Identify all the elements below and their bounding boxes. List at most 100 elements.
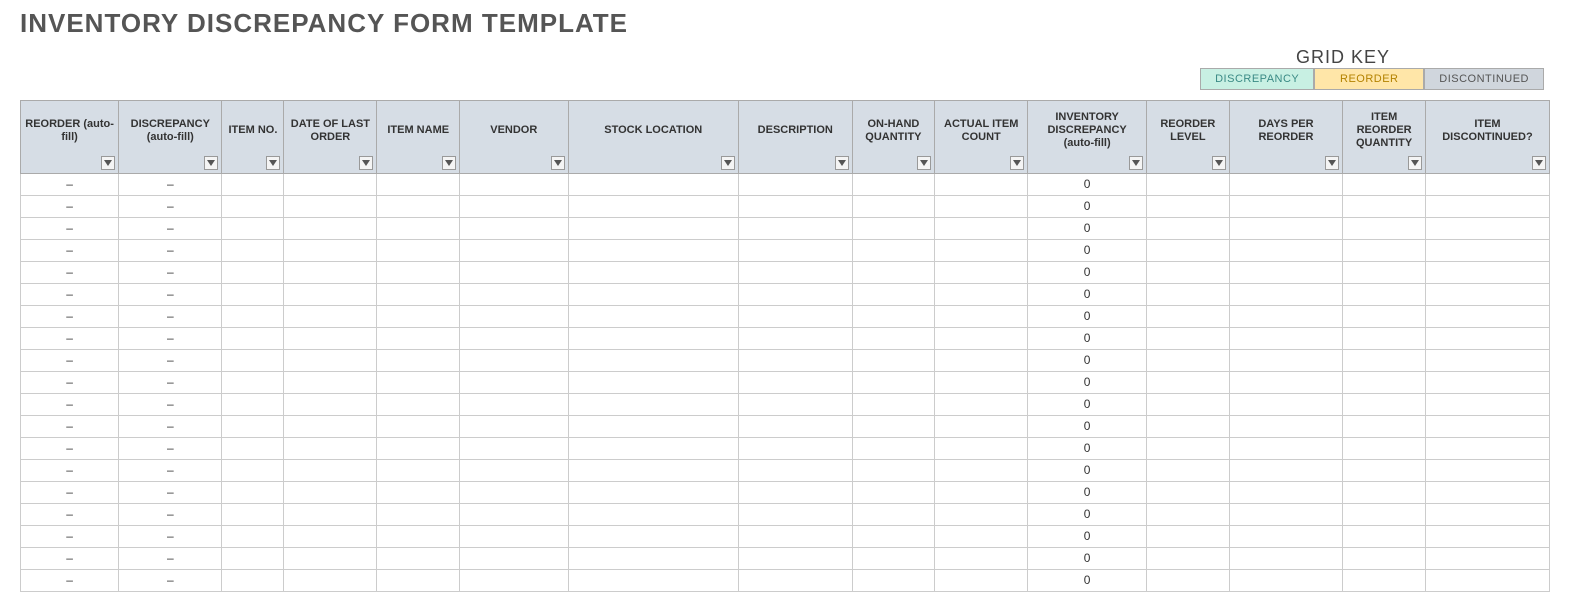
cell[interactable] xyxy=(1343,349,1426,371)
cell[interactable]: – xyxy=(21,437,119,459)
cell[interactable] xyxy=(1229,283,1343,305)
cell[interactable]: – xyxy=(21,415,119,437)
cell[interactable] xyxy=(284,569,377,591)
cell[interactable]: 0 xyxy=(1028,195,1147,217)
cell[interactable] xyxy=(738,371,852,393)
cell[interactable] xyxy=(852,327,935,349)
cell[interactable] xyxy=(738,415,852,437)
cell[interactable]: – xyxy=(21,349,119,371)
filter-dropdown-icon[interactable] xyxy=(442,156,456,170)
cell[interactable]: – xyxy=(119,239,222,261)
cell[interactable] xyxy=(460,437,568,459)
cell[interactable]: 0 xyxy=(1028,349,1147,371)
cell[interactable]: – xyxy=(21,481,119,503)
cell[interactable] xyxy=(935,173,1028,195)
cell[interactable] xyxy=(377,217,460,239)
cell[interactable] xyxy=(460,305,568,327)
cell[interactable] xyxy=(1229,459,1343,481)
cell[interactable] xyxy=(1343,525,1426,547)
cell[interactable] xyxy=(284,349,377,371)
cell[interactable]: – xyxy=(21,569,119,591)
cell[interactable]: – xyxy=(119,525,222,547)
cell[interactable]: – xyxy=(119,349,222,371)
cell[interactable] xyxy=(222,261,284,283)
cell[interactable] xyxy=(222,349,284,371)
cell[interactable] xyxy=(377,173,460,195)
cell[interactable] xyxy=(568,481,738,503)
cell[interactable] xyxy=(377,349,460,371)
cell[interactable] xyxy=(935,503,1028,525)
cell[interactable]: – xyxy=(119,371,222,393)
cell[interactable] xyxy=(460,547,568,569)
filter-dropdown-icon[interactable] xyxy=(1010,156,1024,170)
cell[interactable] xyxy=(852,371,935,393)
cell[interactable] xyxy=(1229,195,1343,217)
cell[interactable] xyxy=(460,459,568,481)
cell[interactable] xyxy=(222,217,284,239)
cell[interactable] xyxy=(284,415,377,437)
cell[interactable] xyxy=(568,217,738,239)
cell[interactable] xyxy=(935,547,1028,569)
cell[interactable] xyxy=(222,393,284,415)
cell[interactable]: – xyxy=(119,415,222,437)
cell[interactable] xyxy=(935,459,1028,481)
cell[interactable] xyxy=(1343,393,1426,415)
cell[interactable] xyxy=(284,305,377,327)
cell[interactable] xyxy=(377,459,460,481)
cell[interactable] xyxy=(222,173,284,195)
cell[interactable] xyxy=(1229,525,1343,547)
cell[interactable] xyxy=(1229,327,1343,349)
cell[interactable] xyxy=(1343,547,1426,569)
cell[interactable]: – xyxy=(21,173,119,195)
cell[interactable] xyxy=(284,173,377,195)
cell[interactable]: – xyxy=(119,503,222,525)
cell[interactable] xyxy=(935,283,1028,305)
cell[interactable] xyxy=(935,525,1028,547)
cell[interactable] xyxy=(377,305,460,327)
cell[interactable] xyxy=(568,393,738,415)
cell[interactable] xyxy=(568,327,738,349)
cell[interactable]: – xyxy=(21,393,119,415)
cell[interactable] xyxy=(1147,415,1230,437)
cell[interactable]: 0 xyxy=(1028,503,1147,525)
cell[interactable] xyxy=(1229,503,1343,525)
cell[interactable] xyxy=(1147,547,1230,569)
cell[interactable] xyxy=(377,481,460,503)
cell[interactable] xyxy=(1425,261,1549,283)
cell[interactable]: 0 xyxy=(1028,261,1147,283)
cell[interactable]: – xyxy=(21,547,119,569)
cell[interactable] xyxy=(852,305,935,327)
cell[interactable] xyxy=(1425,195,1549,217)
cell[interactable]: – xyxy=(21,525,119,547)
cell[interactable] xyxy=(1229,217,1343,239)
cell[interactable]: 0 xyxy=(1028,569,1147,591)
cell[interactable] xyxy=(738,547,852,569)
cell[interactable]: 0 xyxy=(1028,371,1147,393)
cell[interactable] xyxy=(377,437,460,459)
cell[interactable] xyxy=(852,569,935,591)
cell[interactable] xyxy=(284,327,377,349)
cell[interactable] xyxy=(1229,173,1343,195)
cell[interactable] xyxy=(738,261,852,283)
cell[interactable] xyxy=(1425,415,1549,437)
cell[interactable] xyxy=(852,261,935,283)
cell[interactable] xyxy=(1147,459,1230,481)
cell[interactable] xyxy=(1147,393,1230,415)
cell[interactable]: – xyxy=(21,305,119,327)
cell[interactable] xyxy=(284,459,377,481)
cell[interactable] xyxy=(852,195,935,217)
cell[interactable] xyxy=(738,305,852,327)
cell[interactable] xyxy=(935,349,1028,371)
cell[interactable] xyxy=(1343,305,1426,327)
cell[interactable] xyxy=(222,481,284,503)
cell[interactable] xyxy=(1343,173,1426,195)
cell[interactable] xyxy=(377,261,460,283)
cell[interactable] xyxy=(1343,195,1426,217)
cell[interactable] xyxy=(738,349,852,371)
cell[interactable]: – xyxy=(119,327,222,349)
cell[interactable] xyxy=(460,371,568,393)
cell[interactable]: 0 xyxy=(1028,283,1147,305)
cell[interactable] xyxy=(284,195,377,217)
cell[interactable] xyxy=(852,415,935,437)
cell[interactable] xyxy=(1229,393,1343,415)
